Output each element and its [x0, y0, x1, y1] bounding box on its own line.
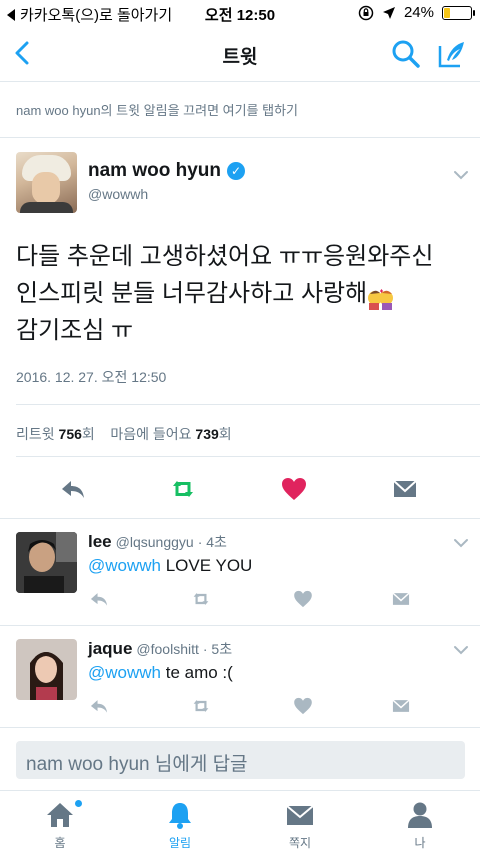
reply-icon[interactable] — [88, 695, 110, 717]
direct-message-icon[interactable] — [390, 588, 412, 610]
chevron-down-icon[interactable] — [452, 536, 470, 550]
reply-avatar[interactable] — [16, 532, 77, 593]
divider — [16, 404, 480, 405]
tab-label: 나 — [414, 836, 426, 850]
status-right: 24% — [358, 4, 475, 21]
tweet-stats: 리트윗 756회 마음에 들어요 739회 — [16, 424, 232, 444]
direct-message-icon[interactable] — [390, 695, 412, 717]
retweet-icon[interactable] — [190, 695, 212, 717]
tweet-text-line: 감기조심 ㅠ — [16, 317, 134, 344]
tab-label: 쪽지 — [288, 836, 312, 850]
tab-home[interactable]: 홈 — [20, 800, 100, 851]
direct-message-icon[interactable] — [390, 474, 420, 504]
chevron-down-icon[interactable] — [452, 168, 470, 182]
tab-label: 알림 — [168, 836, 192, 850]
like-heart-icon[interactable] — [292, 588, 314, 610]
tweet-actions — [0, 470, 480, 510]
tab-messages[interactable]: 쪽지 — [260, 800, 340, 851]
author-handle: @wowwh — [88, 186, 149, 202]
tweet-text-line: 다들 추운데 고생하셨어요 ㅠㅠ응원와주신 — [16, 243, 434, 270]
notification-tip[interactable]: nam woo hyun의 트윗 알림을 끄려면 여기를 탭하기 — [16, 100, 298, 119]
likes-stat[interactable]: 마음에 들어요 739회 — [110, 426, 231, 442]
search-icon[interactable] — [390, 38, 422, 70]
reply-item[interactable]: jaque @foolshitt · 5초 @wowwh te amo :( — [16, 639, 468, 739]
tweet-text-line: 인스피릿 분들 너무감사하고 사랑해 — [16, 275, 466, 312]
reply-author: lee @lqsunggyu · 4초 — [88, 532, 227, 551]
new-content-dot — [75, 800, 82, 807]
reply-icon[interactable] — [58, 474, 88, 504]
divider — [0, 727, 480, 728]
person-icon — [408, 802, 432, 828]
status-bar: 카카오톡(으)로 돌아가기 오전 12:50 24% — [0, 0, 480, 28]
orientation-lock-icon — [358, 5, 374, 20]
battery-icon — [442, 5, 475, 20]
mention-link[interactable]: @wowwh — [88, 663, 161, 682]
tweet-text: 다들 추운데 고생하셨어요 ㅠㅠ응원와주신 인스피릿 분들 너무감사하고 사랑해… — [16, 238, 466, 349]
divider — [0, 137, 480, 138]
bell-icon — [169, 803, 191, 829]
reply-text: @wowwh te amo :( — [88, 663, 233, 682]
nav-bar: 트윗 — [0, 28, 480, 82]
reply-text: @wowwh LOVE YOU — [88, 556, 253, 575]
compose-tweet-icon[interactable] — [436, 38, 468, 70]
reply-actions — [88, 588, 410, 612]
retweet-icon[interactable] — [168, 474, 198, 504]
reply-input[interactable]: nam woo hyun 님에게 답글 — [16, 741, 465, 779]
tab-bar: 홈 알림 쪽지 나 — [0, 790, 480, 854]
divider — [16, 456, 480, 457]
retweets-stat[interactable]: 리트윗 756회 — [16, 426, 95, 442]
reply-icon[interactable] — [88, 588, 110, 610]
battery-percent: 24% — [403, 4, 434, 21]
reply-avatar[interactable] — [16, 639, 77, 700]
mention-link[interactable]: @wowwh — [88, 556, 161, 575]
reply-item[interactable]: lee @lqsunggyu · 4초 @wowwh LOVE YOU — [16, 532, 468, 632]
divider — [0, 625, 480, 626]
reply-author: jaque @foolshitt · 5초 — [88, 639, 233, 658]
retweet-icon[interactable] — [190, 588, 212, 610]
reply-actions — [88, 695, 410, 719]
tab-me[interactable]: 나 — [380, 800, 460, 851]
author-name: nam woo hyun — [88, 160, 221, 181]
tab-notifications[interactable]: 알림 — [140, 800, 220, 851]
envelope-icon — [286, 805, 314, 825]
chevron-down-icon[interactable] — [452, 643, 470, 657]
couple-kiss-emoji-icon — [367, 284, 395, 310]
location-arrow-icon — [382, 6, 395, 19]
tab-label: 홈 — [54, 836, 66, 850]
author-avatar[interactable] — [16, 152, 77, 213]
divider — [0, 518, 480, 519]
like-heart-icon[interactable] — [292, 695, 314, 717]
verified-badge-icon: ✓ — [227, 162, 245, 180]
tweet-timestamp: 2016. 12. 27. 오전 12:50 — [16, 369, 167, 385]
home-icon — [47, 803, 73, 827]
author-name-row[interactable]: nam woo hyun ✓ — [88, 160, 245, 182]
like-heart-icon[interactable] — [279, 474, 309, 504]
